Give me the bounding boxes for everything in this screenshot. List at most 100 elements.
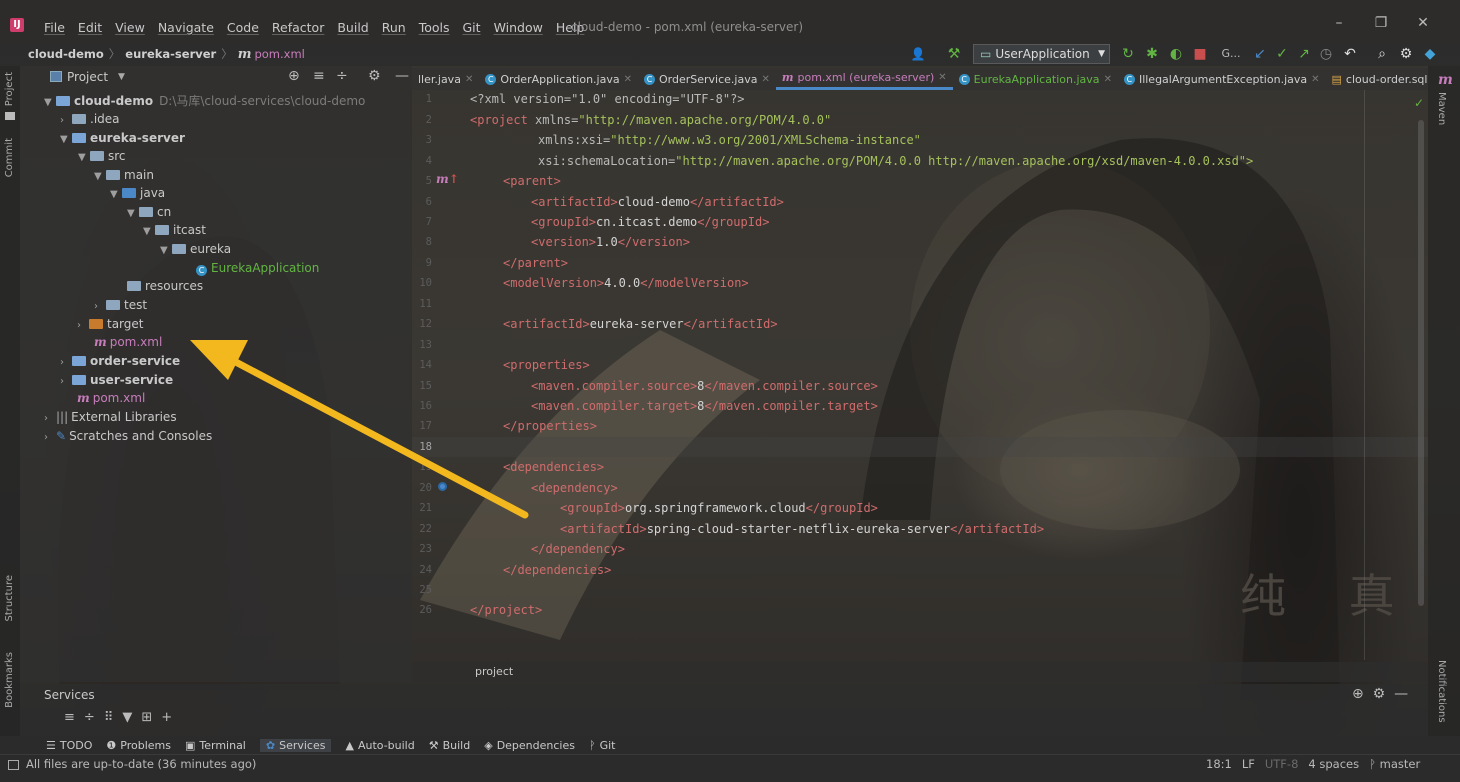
status-message[interactable]: All files are up-to-date (36 minutes ago… bbox=[26, 757, 256, 771]
dependency-gutter-icon[interactable] bbox=[438, 482, 447, 491]
tab-todo[interactable]: ☰ TODO bbox=[46, 739, 92, 752]
coverage-icon[interactable]: ◐ bbox=[1166, 44, 1186, 64]
new-tab-icon[interactable]: ⊞ bbox=[141, 710, 161, 725]
tab-git[interactable]: ᚹ Git bbox=[589, 739, 616, 752]
project-tool-button[interactable]: Project bbox=[4, 72, 15, 106]
code-line-19[interactable]: <dependencies> bbox=[503, 457, 604, 477]
expand-all-icon[interactable]: ≡ bbox=[313, 68, 325, 84]
menu-file[interactable]: File bbox=[38, 20, 72, 35]
editor-scrollbar[interactable] bbox=[1418, 120, 1424, 606]
options-gear-icon[interactable]: ⚙ bbox=[368, 68, 381, 84]
tab-dependencies[interactable]: ◈ Dependencies bbox=[484, 739, 575, 752]
run-icon[interactable]: ↻ bbox=[1118, 44, 1138, 64]
tree-item-java[interactable]: ▼ java bbox=[110, 184, 165, 202]
code-line-26[interactable]: </project> bbox=[470, 600, 542, 620]
code-line-17[interactable]: </properties> bbox=[503, 416, 597, 436]
notifications-tool-button[interactable]: Notifications bbox=[1436, 660, 1447, 723]
tree-item-external-libraries[interactable]: › ||| External Libraries bbox=[44, 408, 177, 426]
line-separator[interactable]: LF bbox=[1242, 757, 1255, 771]
maven-tool-button[interactable]: Maven bbox=[1436, 92, 1447, 125]
git-update-icon[interactable]: ↙ bbox=[1250, 44, 1270, 64]
minimize-icon[interactable]: – bbox=[1328, 15, 1350, 35]
group-icon[interactable]: ⠿ bbox=[104, 710, 123, 725]
tab-illegal-argument-exception[interactable]: C IllegalArgumentException.java ✕ bbox=[1118, 68, 1326, 90]
add-icon[interactable]: + bbox=[161, 710, 181, 725]
code-line-20[interactable]: <dependency> bbox=[531, 478, 618, 498]
code-line-24[interactable]: </dependencies> bbox=[503, 560, 611, 580]
tree-item-user-service[interactable]: › user-service bbox=[60, 371, 173, 389]
code-line-14[interactable]: <properties> bbox=[503, 355, 590, 375]
code-line-9[interactable]: </parent> bbox=[503, 253, 568, 273]
code-line-7[interactable]: <groupId>cn.itcast.demo</groupId> bbox=[531, 212, 769, 232]
git-commit-icon[interactable]: ✓ bbox=[1272, 44, 1292, 64]
tab-build[interactable]: ⚒ Build bbox=[429, 739, 471, 752]
breadcrumb-module[interactable]: eureka-server bbox=[125, 47, 216, 61]
tree-item-idea[interactable]: › .idea bbox=[60, 110, 120, 128]
tree-item-test[interactable]: › test bbox=[94, 296, 147, 314]
tree-item-eureka-application[interactable]: C EurekaApplication bbox=[196, 259, 319, 277]
git-branch-label[interactable]: G... bbox=[1218, 44, 1244, 64]
menu-navigate[interactable]: Navigate bbox=[152, 20, 221, 35]
tab-eureka-application[interactable]: C EurekaApplication.java ✕ bbox=[953, 68, 1118, 90]
stop-icon[interactable]: ■ bbox=[1190, 44, 1210, 64]
tab-order-application[interactable]: C OrderApplication.java ✕ bbox=[479, 68, 638, 90]
tab-controller[interactable]: ller.java ✕ bbox=[412, 68, 479, 90]
code-line-8[interactable]: <version>1.0</version> bbox=[531, 232, 690, 252]
tab-order-service[interactable]: C OrderService.java ✕ bbox=[638, 68, 776, 90]
tree-item-itcast[interactable]: ▼ itcast bbox=[143, 221, 206, 239]
code-line-10[interactable]: <modelVersion>4.0.0</modelVersion> bbox=[503, 273, 749, 293]
settings-gear-icon[interactable]: ⚙ bbox=[1396, 44, 1416, 64]
tree-item-pom-eureka[interactable]: m pom.xml bbox=[94, 333, 162, 351]
debug-icon[interactable]: ✱ bbox=[1142, 44, 1162, 64]
plugin-icon[interactable]: ◆ bbox=[1420, 44, 1440, 64]
tree-item-eureka-server[interactable]: ▼ eureka-server bbox=[60, 129, 185, 147]
code-line-23[interactable]: </dependency> bbox=[531, 539, 625, 559]
menu-refactor[interactable]: Refactor bbox=[266, 20, 331, 35]
indent-setting[interactable]: 4 spaces bbox=[1308, 757, 1359, 771]
menu-run[interactable]: Run bbox=[376, 20, 413, 35]
tab-terminal[interactable]: ▣ Terminal bbox=[185, 739, 246, 752]
code-line-5[interactable]: <parent> bbox=[503, 171, 561, 191]
tree-item-target[interactable]: › target bbox=[77, 315, 144, 333]
menu-build[interactable]: Build bbox=[331, 20, 375, 35]
close-icon[interactable]: ✕ bbox=[1412, 15, 1434, 35]
hide-panel-icon[interactable]: — bbox=[395, 68, 409, 84]
run-configuration-select[interactable]: ▭ UserApplication ▼ bbox=[973, 44, 1110, 64]
tab-services[interactable]: ✿ Services bbox=[259, 738, 332, 752]
code-line-16[interactable]: <maven.compiler.target>8</maven.compiler… bbox=[531, 396, 878, 416]
tree-item-scratches[interactable]: › ✎ Scratches and Consoles bbox=[44, 427, 212, 445]
collapse-all-icon[interactable]: ÷ bbox=[336, 68, 348, 84]
search-icon[interactable]: ⌕ bbox=[1372, 44, 1392, 64]
build-hammer-icon[interactable]: ⚒ bbox=[944, 44, 964, 64]
breadcrumb-file[interactable]: pom.xml bbox=[254, 47, 304, 61]
code-line-4[interactable]: xsi:schemaLocation="http://maven.apache.… bbox=[538, 151, 1253, 171]
code-line-6[interactable]: <artifactId>cloud-demo</artifactId> bbox=[531, 192, 784, 212]
breadcrumb-project[interactable]: cloud-demo bbox=[28, 47, 104, 61]
menu-edit[interactable]: Edit bbox=[72, 20, 109, 35]
menu-tools[interactable]: Tools bbox=[413, 20, 457, 35]
tab-pom-eureka[interactable]: m pom.xml (eureka-server) ✕ bbox=[775, 68, 953, 90]
git-branch-status[interactable]: ᚹ master bbox=[1369, 757, 1420, 771]
editor-breadcrumb[interactable]: project bbox=[412, 662, 1428, 682]
code-line-12[interactable]: <artifactId>eureka-server</artifactId> bbox=[503, 314, 778, 334]
structure-tool-button[interactable]: Structure bbox=[4, 575, 15, 622]
menu-code[interactable]: Code bbox=[221, 20, 266, 35]
tab-auto-build[interactable]: ▲ Auto-build bbox=[345, 739, 414, 752]
commit-tool-button[interactable]: Commit bbox=[4, 138, 15, 177]
code-line-2[interactable]: <project xmlns="http://maven.apache.org/… bbox=[470, 110, 831, 130]
code-line-22[interactable]: <artifactId>spring-cloud-starter-netflix… bbox=[560, 519, 1044, 539]
menu-view[interactable]: View bbox=[109, 20, 152, 35]
toggle-tool-windows-icon[interactable] bbox=[8, 760, 19, 770]
tab-problems[interactable]: ❶ Problems bbox=[106, 739, 171, 752]
tab-cloud-order-sql[interactable]: ▤cloud-order.sql✕ bbox=[1326, 68, 1428, 90]
code-line-1[interactable]: <?xml version="1.0" encoding="UTF-8"?> bbox=[470, 89, 745, 109]
maven-parent-gutter-icon[interactable]: m↑ bbox=[436, 172, 459, 186]
chevron-down-icon[interactable]: ▼ bbox=[118, 72, 125, 82]
git-push-icon[interactable]: ↗ bbox=[1294, 44, 1314, 64]
collapse-all-icon[interactable]: ÷ bbox=[84, 710, 104, 725]
code-line-15[interactable]: <maven.compiler.source>8</maven.compiler… bbox=[531, 376, 878, 396]
tree-item-cn[interactable]: ▼ cn bbox=[127, 203, 171, 221]
restore-icon[interactable]: ❐ bbox=[1370, 15, 1392, 35]
services-settings-icon[interactable]: ⊕ ⚙ — bbox=[1352, 686, 1408, 702]
file-encoding[interactable]: UTF-8 bbox=[1265, 757, 1299, 771]
